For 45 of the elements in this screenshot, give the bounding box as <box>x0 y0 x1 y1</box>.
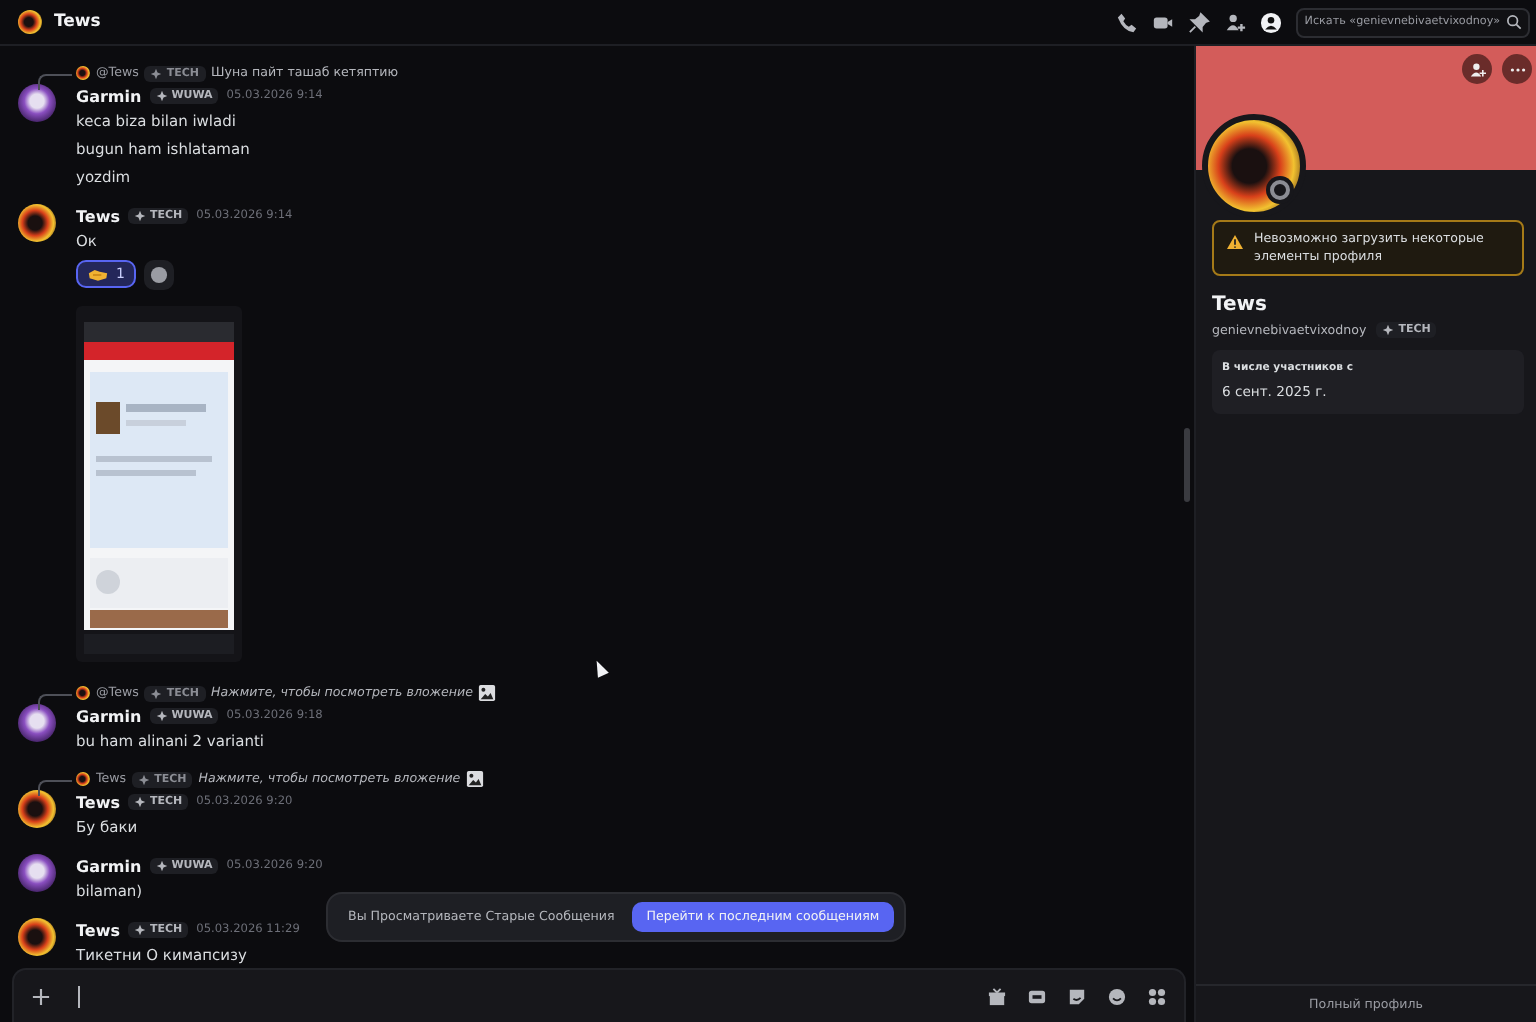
user-avatar[interactable] <box>18 84 56 122</box>
profile-icon[interactable] <box>1260 11 1283 33</box>
user-avatar[interactable] <box>18 204 56 242</box>
user-avatar[interactable] <box>18 854 56 892</box>
user-avatar[interactable] <box>18 918 56 956</box>
author-name[interactable]: Garmin <box>76 857 142 875</box>
sparkle-icon <box>133 924 146 936</box>
add-reaction-button[interactable] <box>144 260 175 290</box>
sticker-icon[interactable] <box>1068 987 1086 1005</box>
gif-icon[interactable] <box>1028 987 1046 1005</box>
author-name[interactable]: Tews <box>76 793 120 811</box>
scrollbar-thumb[interactable] <box>1184 428 1190 502</box>
more-button[interactable] <box>1502 54 1532 84</box>
mouse-cursor-icon <box>591 658 609 678</box>
reply-avatar <box>76 66 90 80</box>
sparkle-icon <box>1382 324 1395 336</box>
offline-status-icon <box>1270 180 1290 200</box>
phone-icon[interactable] <box>1116 11 1139 33</box>
sparkle-icon <box>133 210 146 222</box>
image-icon <box>466 770 485 788</box>
user-avatar[interactable] <box>18 790 56 828</box>
image-icon <box>478 684 497 702</box>
channel-title: Tews <box>54 12 101 32</box>
emoji-icon[interactable] <box>1108 987 1126 1005</box>
author-name[interactable]: Garmin <box>76 87 142 105</box>
reply-avatar <box>76 772 90 786</box>
user-avatar[interactable] <box>18 704 56 742</box>
author-name[interactable]: Garmin <box>76 707 142 725</box>
author-name[interactable]: Tews <box>76 921 120 939</box>
add-user-icon <box>1469 61 1485 77</box>
warning-icon <box>1226 234 1244 250</box>
reply-avatar <box>76 686 90 700</box>
message-input[interactable] <box>12 968 1186 1022</box>
sparkle-icon <box>155 860 168 872</box>
add-friend-button[interactable] <box>1462 54 1492 84</box>
pin-icon[interactable] <box>1188 11 1211 33</box>
profile-name: Tews <box>1212 294 1269 316</box>
apps-icon[interactable] <box>1148 987 1166 1005</box>
text-cursor <box>78 985 80 1007</box>
user-avatar <box>18 10 42 34</box>
search-icon <box>1506 14 1522 30</box>
author-name[interactable]: Tews <box>76 207 120 225</box>
add-user-icon[interactable] <box>1224 11 1247 33</box>
plus-icon[interactable] <box>32 987 50 1005</box>
gift-icon[interactable] <box>988 987 1006 1005</box>
